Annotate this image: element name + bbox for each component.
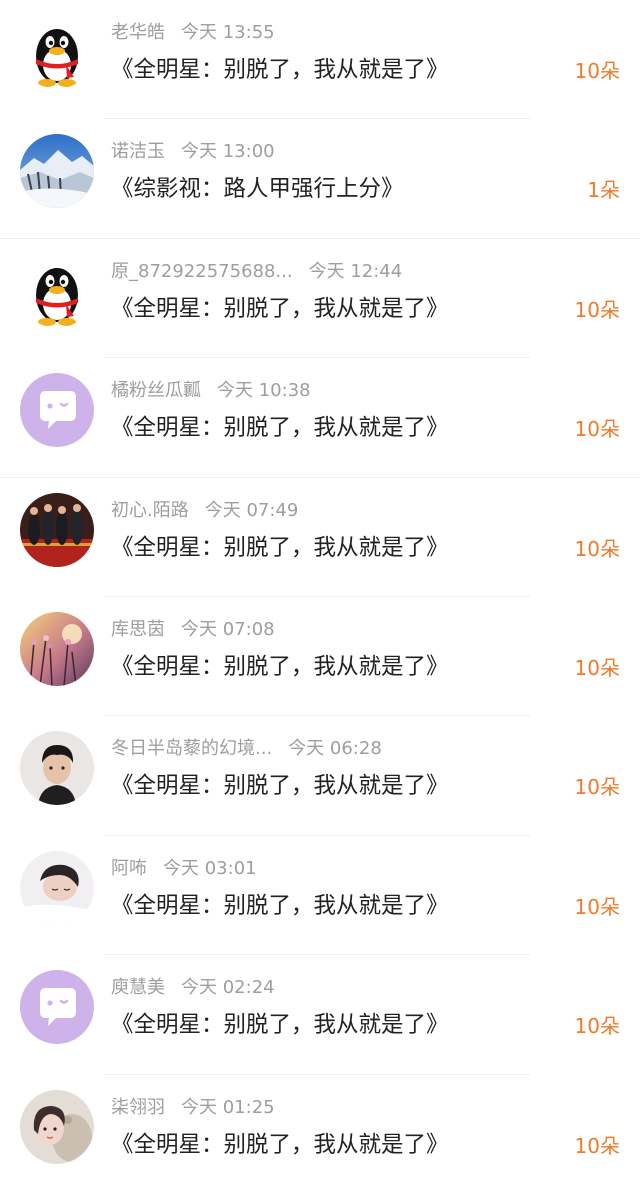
gift-count: 10朵 (574, 59, 620, 83)
avatar[interactable] (20, 492, 94, 567)
stage-group-photo (20, 492, 94, 567)
avatar[interactable] (20, 731, 94, 806)
timestamp: 今天 07:49 (204, 499, 299, 521)
gift-title[interactable]: 《全明星：别脱了，我从就是了》 (111, 293, 449, 325)
record-meta: 老华皓 今天 13:55 (111, 20, 275, 46)
girl-with-plush-portrait (20, 1089, 94, 1164)
avatar[interactable] (20, 373, 94, 448)
gift-title[interactable]: 《全明星：别脱了，我从就是了》 (111, 412, 449, 444)
timestamp: 今天 13:00 (181, 141, 275, 163)
record-meta: 初心.陌路 今天 07:49 (111, 498, 298, 524)
gift-count: 10朵 (574, 417, 620, 442)
username[interactable]: 橘粉丝瓜瓤 (111, 378, 201, 404)
gift-count: 10朵 (574, 1014, 620, 1039)
gift-title[interactable]: 《综影视：路人甲强行上分》 (111, 173, 404, 205)
record-meta: 库思茵 今天 07:08 (111, 617, 275, 643)
list-item[interactable]: 柒翎羽 今天 01:25 《全明星：别脱了，我从就是了》 10朵 (0, 1075, 640, 1194)
record-meta: 柒翎羽 今天 01:25 (111, 1095, 275, 1121)
timestamp: 今天 06:28 (288, 738, 382, 760)
gift-count: 10朵 (574, 297, 620, 322)
gift-count: 10朵 (574, 655, 620, 680)
avatar[interactable] (20, 253, 94, 328)
snowy-mountain-photo (20, 134, 94, 209)
record-meta: 诺洁玉 今天 13:00 (111, 139, 275, 165)
gift-title[interactable]: 《全明星：别脱了，我从就是了》 (111, 1009, 449, 1041)
list-item[interactable]: 初心.陌路 今天 07:49 《全明星：别脱了，我从就是了》 10朵 (0, 478, 640, 597)
gift-count: 10朵 (574, 1133, 620, 1158)
qq-penguin-icon (20, 253, 94, 328)
gift-title[interactable]: 《全明星：别脱了，我从就是了》 (111, 532, 449, 564)
list-item[interactable]: 冬日半岛藜的幻境... 今天 06:28 《全明星：别脱了，我从就是了》 10朵 (0, 716, 640, 836)
gift-title[interactable]: 《全明星：别脱了，我从就是了》 (111, 770, 449, 802)
chat-bubble-icon (20, 970, 94, 1045)
timestamp: 今天 03:01 (163, 857, 257, 879)
list-item[interactable]: 老华皓 今天 13:55 《全明星：别脱了，我从就是了》 10朵 (0, 0, 640, 120)
gift-count: 10朵 (574, 536, 620, 561)
gift-title[interactable]: 《全明星：别脱了，我从就是了》 (111, 54, 449, 86)
list-item[interactable]: 库思茵 今天 07:08 《全明星：别脱了，我从就是了》 10朵 (0, 597, 640, 717)
list-item[interactable]: 诺洁玉 今天 13:00 《综影视：路人甲强行上分》 1朵 (0, 119, 640, 239)
avatar[interactable] (20, 15, 94, 89)
gift-count: 10朵 (574, 894, 620, 919)
gift-count: 10朵 (574, 775, 620, 800)
gift-title[interactable]: 《全明星：别脱了，我从就是了》 (111, 890, 449, 922)
username[interactable]: 柒翎羽 (111, 1095, 165, 1121)
avatar[interactable] (20, 611, 94, 686)
list-item[interactable]: 阿咘 今天 03:01 《全明星：别脱了，我从就是了》 10朵 (0, 836, 640, 956)
sleeping-person-portrait (20, 850, 94, 925)
chat-bubble-icon (20, 373, 94, 448)
list-item[interactable]: 橘粉丝瓜瓤 今天 10:38 《全明星：别脱了，我从就是了》 10朵 (0, 358, 640, 478)
timestamp: 今天 13:55 (181, 22, 275, 43)
timestamp: 今天 12:44 (308, 260, 403, 282)
timestamp: 今天 01:25 (181, 1096, 275, 1118)
qq-penguin-icon (20, 15, 94, 89)
username[interactable]: 库思茵 (111, 617, 165, 643)
username[interactable]: 冬日半岛藜的幻境... (111, 736, 272, 762)
record-meta: 冬日半岛藜的幻境... 今天 06:28 (111, 736, 382, 762)
sunset-flowers-photo (20, 611, 94, 686)
record-meta: 阿咘 今天 03:01 (111, 856, 257, 882)
list-item[interactable]: 原_872922575688... 今天 12:44 《全明星：别脱了，我从就是了… (0, 239, 640, 359)
record-meta: 庾慧美 今天 02:24 (111, 975, 275, 1001)
gift-count: 1朵 (587, 178, 620, 203)
username[interactable]: 庾慧美 (111, 975, 165, 1001)
young-man-portrait (20, 731, 94, 806)
avatar[interactable] (20, 850, 94, 925)
username[interactable]: 初心.陌路 (111, 498, 189, 524)
record-meta: 原_872922575688... 今天 12:44 (111, 259, 402, 285)
gift-record-list: 老华皓 今天 13:55 《全明星：别脱了，我从就是了》 10朵 诺洁玉 今天 … (0, 0, 640, 1194)
username[interactable]: 老华皓 (111, 20, 165, 46)
record-meta: 橘粉丝瓜瓤 今天 10:38 (111, 378, 311, 404)
username[interactable]: 原_872922575688... (111, 259, 293, 285)
timestamp: 今天 02:24 (181, 977, 275, 999)
list-item[interactable]: 庾慧美 今天 02:24 《全明星：别脱了，我从就是了》 10朵 (0, 955, 640, 1075)
avatar[interactable] (20, 970, 94, 1045)
timestamp: 今天 07:08 (181, 618, 275, 640)
timestamp: 今天 10:38 (217, 380, 311, 402)
gift-title[interactable]: 《全明星：别脱了，我从就是了》 (111, 1129, 449, 1161)
avatar[interactable] (20, 1089, 94, 1164)
username[interactable]: 诺洁玉 (111, 139, 165, 165)
avatar[interactable] (20, 134, 94, 209)
gift-title[interactable]: 《全明星：别脱了，我从就是了》 (111, 651, 449, 683)
username[interactable]: 阿咘 (111, 856, 147, 882)
